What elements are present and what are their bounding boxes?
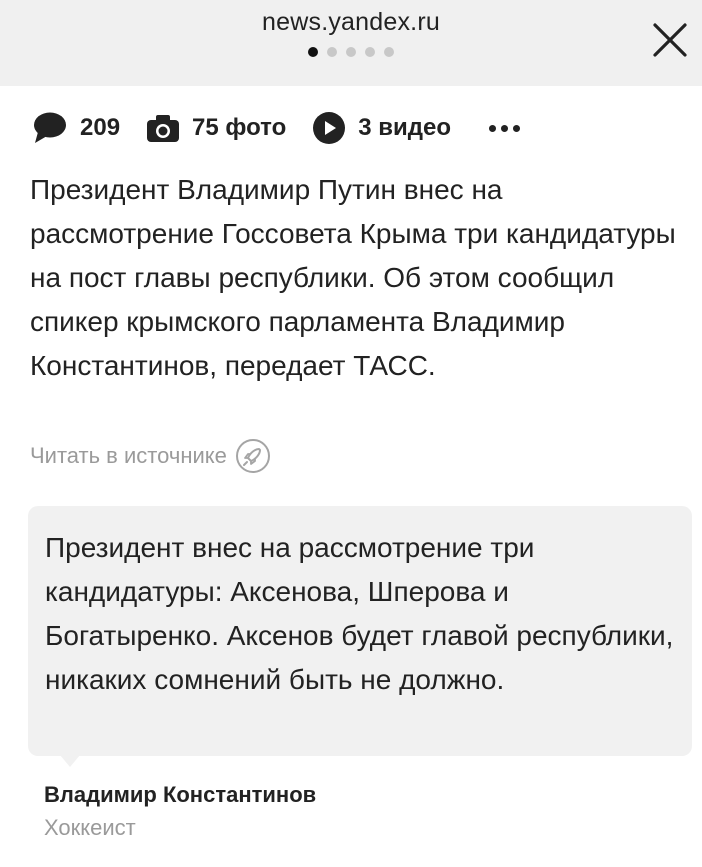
rocket-icon: [235, 439, 270, 473]
quote-tail: [60, 755, 80, 767]
top-bar: news.yandex.ru: [0, 0, 702, 86]
quote-author-name[interactable]: Владимир Константинов: [44, 782, 316, 808]
close-icon: [653, 23, 687, 57]
comment-bubble-icon: [34, 112, 66, 143]
stats-bar: 209 75 фото 3 видео: [32, 108, 521, 148]
photos-label: 75 фото: [192, 114, 287, 141]
read-source-label: Читать в источнике: [30, 443, 227, 468]
more-dots-icon: [489, 124, 497, 132]
play-icon: [313, 112, 346, 144]
videos-button[interactable]: 3 видео: [312, 111, 451, 145]
photos-button[interactable]: 75 фото: [146, 113, 286, 143]
quote-author-role: Хоккеист: [44, 815, 136, 840]
comments-button[interactable]: 209: [32, 111, 120, 145]
more-button[interactable]: [489, 119, 521, 138]
page-dot-5[interactable]: [384, 47, 394, 57]
article-text: Президент Владимир Путин внес на рассмот…: [30, 174, 676, 381]
page-dot-1[interactable]: [308, 47, 318, 57]
camera-icon: [147, 115, 180, 142]
close-button[interactable]: [650, 20, 690, 60]
videos-label: 3 видео: [358, 114, 452, 141]
page-dot-4[interactable]: [365, 47, 375, 57]
page-dot-3[interactable]: [346, 47, 356, 57]
comments-count: 209: [80, 114, 121, 141]
pagination-dots: [0, 47, 702, 57]
page-dot-2[interactable]: [327, 47, 337, 57]
site-domain: news.yandex.ru: [262, 8, 440, 36]
quote-text: Президент внес на рассмотрение три канди…: [45, 532, 674, 695]
quote-card: Президент внес на рассмотрение три канди…: [28, 506, 692, 756]
read-source-link[interactable]: Читать в источнике: [30, 438, 271, 474]
